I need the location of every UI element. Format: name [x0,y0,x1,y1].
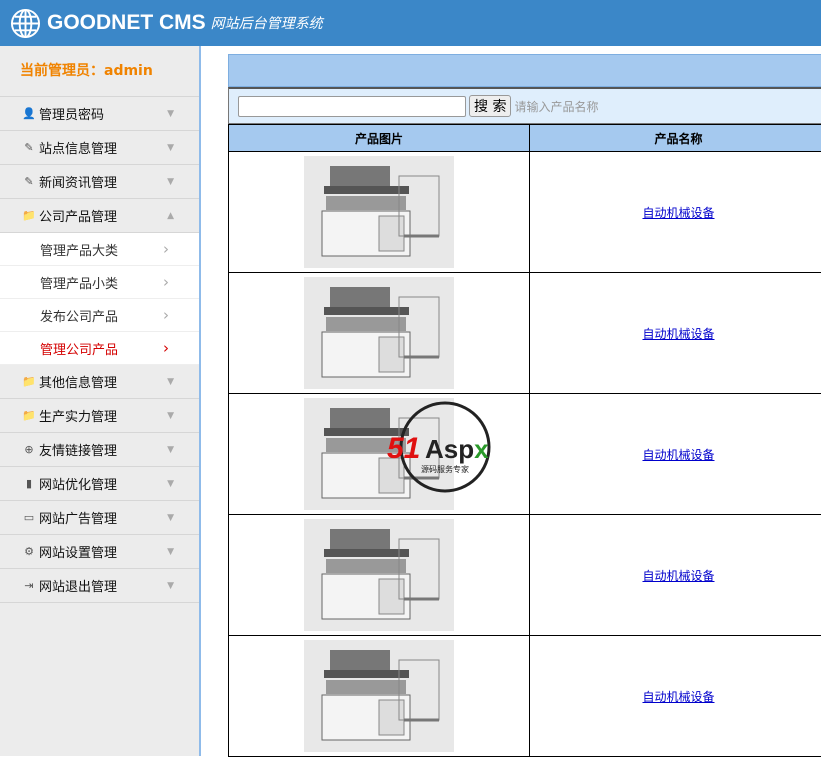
product-image [304,640,454,752]
table-row: 自动机械设备 [229,515,821,636]
product-image [304,277,454,389]
current-admin: 当前管理员：admin [0,46,199,97]
menu-label: 其他信息管理 [39,372,117,391]
sidebar-menu-item[interactable]: ⊕友情链接管理 ▼ [0,433,199,467]
table-row: 自动机械设备 [229,394,821,515]
bar-chart-icon: ▮ [22,477,36,490]
header: GOODNET CMS 网站后台管理系统 [0,0,821,46]
product-link[interactable]: 自动机械设备 [642,448,714,462]
folder-icon: 📁 [22,409,36,422]
caret-down-icon: ▼ [167,445,174,455]
brand-subtitle: 网站后台管理系统 [211,13,323,33]
image-cell [229,515,530,636]
search-bar: 搜 索 请输入产品名称 [228,87,821,124]
caret-down-icon: ▼ [167,547,174,557]
user-icon: 👤 [22,107,36,120]
monitor-icon: ▭ [22,511,36,524]
chevron-right-icon: › [163,273,169,291]
sidebar-menu-item[interactable]: ▮网站优化管理 ▼ [0,467,199,501]
menu-label: 管理员密码 [39,104,104,123]
subitem-label: 管理产品小类 [40,273,118,292]
sidebar: 当前管理员：admin 👤管理员密码▼✎站点信息管理▼✎新闻资讯管理▼📁公司产品… [0,46,201,756]
name-cell: 自动机械设备 [530,636,821,757]
sidebar-menu-item[interactable]: ▭网站广告管理 ▼ [0,501,199,535]
product-image [304,156,454,268]
sidebar-menu-item[interactable]: 📁公司产品管理 ▲ [0,199,199,233]
menu-label: 公司产品管理 [39,206,117,225]
column-header-name: 产品名称 [530,125,821,152]
caret-down-icon: ▼ [167,411,174,421]
menu-label: 网站设置管理 [39,542,117,561]
gear-icon: ⚙ [22,545,36,558]
product-link[interactable]: 自动机械设备 [642,690,714,704]
image-cell [229,636,530,757]
product-image [304,519,454,631]
menu-label: 友情链接管理 [39,440,117,459]
caret-down-icon: ▼ [167,177,174,187]
caret-down-icon: ▼ [167,479,174,489]
product-link[interactable]: 自动机械设备 [642,569,714,583]
product-link[interactable]: 自动机械设备 [642,206,714,220]
column-header-image: 产品图片 [229,125,530,152]
menu-label: 网站优化管理 [39,474,117,493]
sidebar-menu-item[interactable]: 📁生产实力管理 ▼ [0,399,199,433]
image-cell [229,394,530,515]
globe-icon: ⊕ [22,443,36,456]
search-hint: 请输入产品名称 [514,98,598,115]
image-cell [229,273,530,394]
sidebar-subitem[interactable]: 管理产品小类 › [0,266,199,299]
name-cell: 自动机械设备 [530,273,821,394]
product-image [304,398,454,510]
sidebar-menu-item[interactable]: ⚙网站设置管理 ▼ [0,535,199,569]
sidebar-menu-item[interactable]: ✎新闻资讯管理 ▼ [0,165,199,199]
main-content: 搜 索 请输入产品名称 产品图片 产品名称 自动机械设备自动机械设备自动机械设备… [228,54,821,757]
folder-icon: 📁 [22,375,36,388]
caret-up-icon: ▲ [167,211,174,221]
table-row: 自动机械设备 [229,152,821,273]
menu-label: 网站广告管理 [39,508,117,527]
logout-icon: ⇥ [22,579,36,592]
search-button[interactable]: 搜 索 [469,95,511,117]
sidebar-menu-item[interactable]: 👤管理员密码 ▼ [0,97,199,131]
image-cell [229,152,530,273]
table-row: 自动机械设备 [229,636,821,757]
search-input[interactable] [238,96,466,117]
sidebar-subitem[interactable]: 管理公司产品 › [0,332,199,365]
name-cell: 自动机械设备 [530,394,821,515]
title-bar [228,54,821,87]
subitem-label: 管理公司产品 [40,339,118,358]
product-link[interactable]: 自动机械设备 [642,327,714,341]
menu-label: 站点信息管理 [39,138,117,157]
folder-icon: 📁 [22,209,36,222]
sidebar-menu-item[interactable]: ⇥网站退出管理 ▼ [0,569,199,603]
menu-label: 生产实力管理 [39,406,117,425]
note-icon: ✎ [22,141,36,154]
chevron-right-icon: › [163,240,169,258]
subitem-label: 管理产品大类 [40,240,118,259]
sidebar-menu-item[interactable]: ✎站点信息管理 ▼ [0,131,199,165]
caret-down-icon: ▼ [167,581,174,591]
menu-label: 网站退出管理 [39,576,117,595]
chevron-right-icon: › [163,306,169,324]
name-cell: 自动机械设备 [530,152,821,273]
product-table: 产品图片 产品名称 自动机械设备自动机械设备自动机械设备自动机械设备自动机械设备 [228,124,821,757]
chevron-right-icon: › [163,339,169,357]
menu-label: 新闻资讯管理 [39,172,117,191]
sidebar-menu-item[interactable]: 📁其他信息管理 ▼ [0,365,199,399]
caret-down-icon: ▼ [167,109,174,119]
name-cell: 自动机械设备 [530,515,821,636]
sidebar-subitem[interactable]: 发布公司产品 › [0,299,199,332]
brand-name: GOODNET CMS [47,11,206,35]
caret-down-icon: ▼ [167,377,174,387]
caret-down-icon: ▼ [167,143,174,153]
note-icon: ✎ [22,175,36,188]
table-row: 自动机械设备 [229,273,821,394]
caret-down-icon: ▼ [167,513,174,523]
subitem-label: 发布公司产品 [40,306,118,325]
globe-logo-icon [10,8,41,39]
sidebar-subitem[interactable]: 管理产品大类 › [0,233,199,266]
